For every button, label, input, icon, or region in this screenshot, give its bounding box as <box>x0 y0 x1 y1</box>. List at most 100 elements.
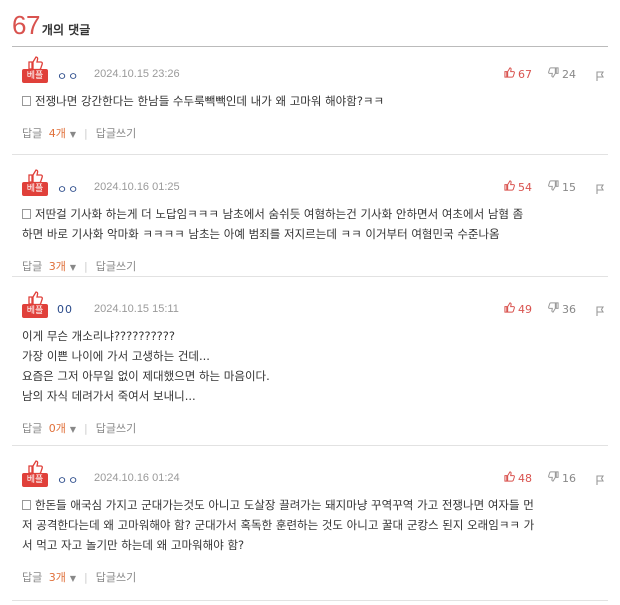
comment-author[interactable]: ㅇㅇ <box>57 68 79 84</box>
reply-toggle[interactable]: 답글 0개 ▼ <box>22 420 76 436</box>
chevron-down-icon: ▼ <box>69 130 77 139</box>
like-button[interactable]: 48 <box>504 471 532 485</box>
thumbs-up-icon <box>27 168 43 184</box>
comment-line: 전쟁나면 강간한다는 한남들 수두룩빽빽인데 내가 왜 고마워 해야함?ㅋㅋ <box>22 91 606 111</box>
comment-divider <box>12 600 608 601</box>
write-reply-button[interactable]: 답글쓰기 <box>96 569 136 585</box>
comment-line: 저딴걸 기사화 하는게 더 노답임ㅋㅋㅋ 남초에서 숨쉬듯 여혐하는건 기사화 … <box>22 204 606 224</box>
reply-count: 4개 <box>48 127 66 140</box>
reply-toggle[interactable]: 답글 4개 ▼ <box>22 125 76 141</box>
dislike-button[interactable]: 15 <box>548 180 576 194</box>
like-icon <box>504 471 515 485</box>
write-reply-button[interactable]: 답글쓰기 <box>96 125 136 141</box>
document-icon <box>22 209 31 219</box>
comment-divider <box>12 276 608 277</box>
document-icon <box>22 500 31 510</box>
like-button[interactable]: 54 <box>504 180 532 194</box>
dislike-count: 15 <box>562 180 576 194</box>
report-flag-icon[interactable] <box>594 471 606 485</box>
report-flag-icon[interactable] <box>594 302 606 316</box>
report-flag-icon[interactable] <box>594 67 606 81</box>
like-icon <box>504 302 515 316</box>
dislike-icon <box>548 180 559 194</box>
divider: | <box>84 421 88 435</box>
comment-line: 요즘은 그저 아무일 없이 제대했으면 하는 마음이다. <box>22 366 606 386</box>
dislike-count: 16 <box>562 471 576 485</box>
reply-count: 3개 <box>48 571 66 584</box>
comment-author[interactable]: 00 <box>57 303 73 316</box>
comment-text: 전쟁나면 강간한다는 한남들 수두룩빽빽인데 내가 왜 고마워 해야함?ㅋㅋ <box>35 94 385 108</box>
like-count: 67 <box>518 67 532 81</box>
comment-divider <box>12 445 608 446</box>
document-icon <box>22 96 31 106</box>
like-count: 54 <box>518 180 532 194</box>
comment-line: 남의 자식 데려가서 죽여서 보내니... <box>22 386 606 406</box>
comment-line: 하면 바로 기사화 악마화 ㅋㅋㅋㅋ 남초는 아예 범죄를 저지르는데 ㅋㅋ 이… <box>22 224 606 244</box>
comment-text: 가장 이쁜 나이에 가서 고생하는 건데... <box>22 349 210 363</box>
best-label: 베플 <box>22 473 48 487</box>
reply-label: 답글 <box>22 127 43 140</box>
comment-date: 2024.10.15 15:11 <box>94 303 179 315</box>
comment-actions: 답글 4개 ▼ | 답글쓰기 <box>22 125 136 141</box>
best-label: 베플 <box>22 304 48 318</box>
chevron-down-icon: ▼ <box>69 425 77 434</box>
thumbs-up-icon <box>27 290 43 306</box>
comment-meta: 베플 ㅇㅇ 2024.10.15 23:26 67 24 <box>22 55 606 89</box>
comment-actions: 답글 3개 ▼ | 답글쓰기 <box>22 569 136 585</box>
reply-count: 0개 <box>48 422 66 435</box>
divider: | <box>84 126 88 140</box>
comment-meta: 베플 ㅇㅇ 2024.10.16 01:25 54 15 <box>22 168 606 202</box>
comment-text: 하면 바로 기사화 악마화 ㅋㅋㅋㅋ 남초는 아예 범죄를 저지르는데 ㅋㅋ 이… <box>22 227 500 241</box>
like-button[interactable]: 49 <box>504 302 532 316</box>
write-reply-button[interactable]: 답글쓰기 <box>96 420 136 436</box>
chevron-down-icon: ▼ <box>69 263 77 272</box>
comment-divider <box>12 154 608 155</box>
comment-count-label: 개의 댓글 <box>41 23 91 37</box>
like-button[interactable]: 67 <box>504 67 532 81</box>
comment-author[interactable]: ㅇㅇ <box>57 472 79 488</box>
report-flag-icon[interactable] <box>594 180 606 194</box>
dislike-button[interactable]: 36 <box>548 302 576 316</box>
dislike-count: 24 <box>562 67 576 81</box>
comment-body: 한돈들 애국심 가지고 군대가는것도 아니고 도살장 끌려가는 돼지마냥 꾸역꾸… <box>22 495 606 555</box>
comment-count: 67 <box>12 10 40 40</box>
reply-toggle[interactable]: 답글 3개 ▼ <box>22 258 76 274</box>
thumbs-up-icon <box>27 459 43 475</box>
header-divider <box>12 46 608 47</box>
write-reply-button[interactable]: 답글쓰기 <box>96 258 136 274</box>
like-icon <box>504 67 515 81</box>
dislike-button[interactable]: 24 <box>548 67 576 81</box>
dislike-count: 36 <box>562 302 576 316</box>
divider: | <box>84 570 88 584</box>
comment-text: 이게 무슨 개소리냐?????????? <box>22 329 175 343</box>
best-label: 베플 <box>22 182 48 196</box>
comment-text: 요즘은 그저 아무일 없이 제대했으면 하는 마음이다. <box>22 369 270 383</box>
reply-label: 답글 <box>22 260 43 273</box>
dislike-icon <box>548 471 559 485</box>
like-count: 48 <box>518 471 532 485</box>
comment-date: 2024.10.16 01:25 <box>94 181 180 193</box>
best-comment-badge: 베플 <box>22 459 48 491</box>
comment-actions: 답글 0개 ▼ | 답글쓰기 <box>22 420 136 436</box>
divider: | <box>84 259 88 273</box>
chevron-down-icon: ▼ <box>69 574 77 583</box>
comment-meta: 베플 ㅇㅇ 2024.10.16 01:24 48 16 <box>22 459 606 493</box>
comment-line: 한돈들 애국심 가지고 군대가는것도 아니고 도살장 끌려가는 돼지마냥 꾸역꾸… <box>22 495 606 515</box>
dislike-button[interactable]: 16 <box>548 471 576 485</box>
comment-body: 저딴걸 기사화 하는게 더 노답임ㅋㅋㅋ 남초에서 숨쉬듯 여혐하는건 기사화 … <box>22 204 606 244</box>
comment-header: 67 개의 댓글 <box>12 10 90 41</box>
best-comment-badge: 베플 <box>22 168 48 200</box>
comment-meta: 베플 00 2024.10.15 15:11 49 36 <box>22 290 606 324</box>
dislike-icon <box>548 302 559 316</box>
best-label: 베플 <box>22 69 48 83</box>
best-comment-badge: 베플 <box>22 290 48 322</box>
like-count: 49 <box>518 302 532 316</box>
reply-toggle[interactable]: 답글 3개 ▼ <box>22 569 76 585</box>
comment-line: 가장 이쁜 나이에 가서 고생하는 건데... <box>22 346 606 366</box>
reply-count: 3개 <box>48 260 66 273</box>
comment-actions: 답글 3개 ▼ | 답글쓰기 <box>22 258 136 274</box>
comment-body: 전쟁나면 강간한다는 한남들 수두룩빽빽인데 내가 왜 고마워 해야함?ㅋㅋ <box>22 91 606 111</box>
best-comment-badge: 베플 <box>22 55 48 87</box>
comment-author[interactable]: ㅇㅇ <box>57 181 79 197</box>
reply-label: 답글 <box>22 571 43 584</box>
